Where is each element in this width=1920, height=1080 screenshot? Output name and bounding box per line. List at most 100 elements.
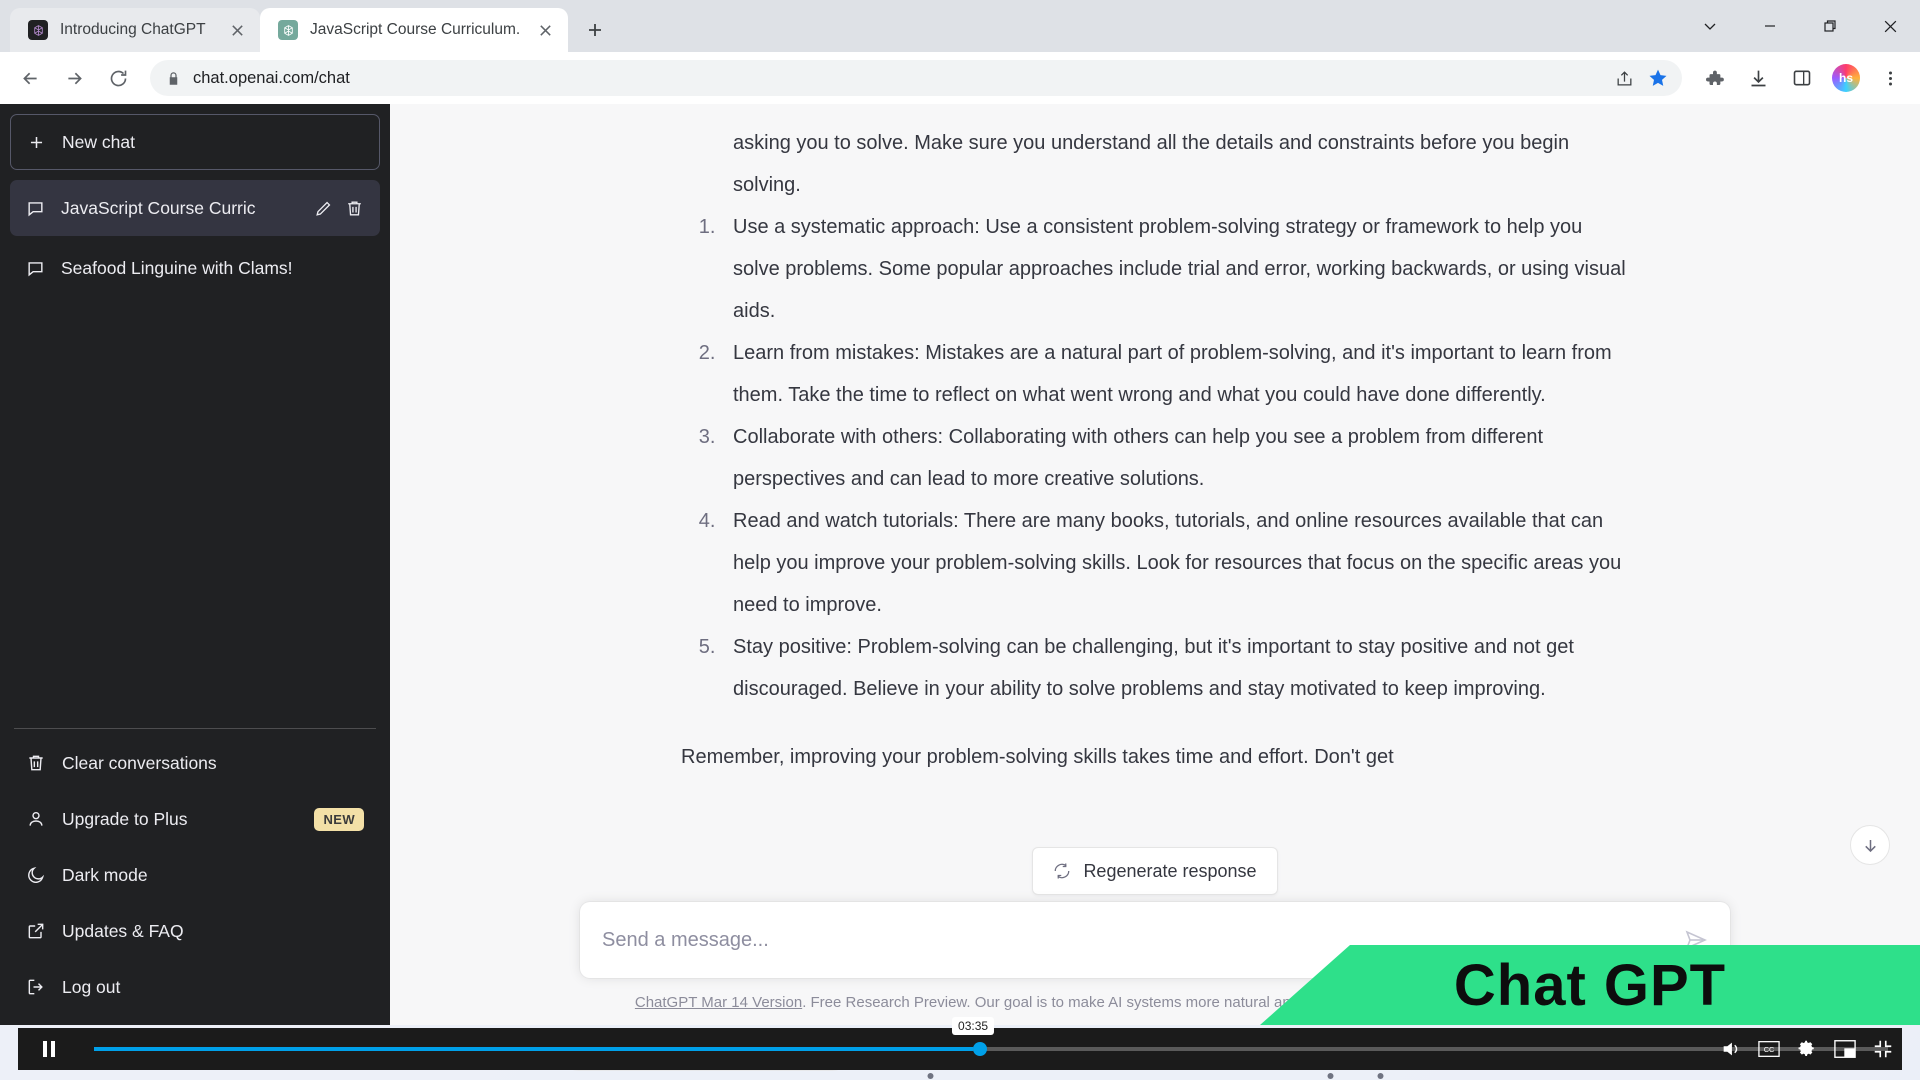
share-icon[interactable] bbox=[1608, 62, 1640, 94]
svg-text:W: W bbox=[1325, 1049, 1336, 1061]
close-icon[interactable] bbox=[532, 17, 558, 43]
conversation-item-javascript-course[interactable]: JavaScript Course Curric bbox=[10, 180, 380, 236]
close-icon[interactable] bbox=[224, 17, 250, 43]
chrome-icon[interactable] bbox=[1011, 1033, 1051, 1073]
tab-search-icon[interactable] bbox=[1680, 0, 1740, 52]
profile-avatar[interactable]: hs bbox=[1826, 58, 1866, 98]
back-arrow-icon[interactable] bbox=[10, 58, 50, 98]
tips-list: Use a systematic approach: Use a consist… bbox=[681, 206, 1629, 710]
taskbar-center: Search W bbox=[519, 1033, 1401, 1079]
sidebar-item-log-out[interactable]: Log out bbox=[10, 959, 380, 1015]
copilot-icon[interactable] bbox=[861, 1033, 901, 1073]
status-badge: NEW bbox=[314, 807, 364, 831]
moon-icon bbox=[26, 865, 46, 885]
word-icon[interactable]: W bbox=[1311, 1033, 1351, 1079]
weather-text: 30°C Sunny bbox=[98, 1036, 138, 1070]
maximize-restore-button[interactable] bbox=[1800, 0, 1860, 52]
chat-main: asking you to solve. Make sure you under… bbox=[390, 104, 1920, 1025]
closing-paragraph: Remember, improving your problem-solving… bbox=[681, 746, 1394, 768]
widgets-icon[interactable] bbox=[1111, 1033, 1151, 1073]
regenerate-response-button[interactable]: Regenerate response bbox=[1032, 847, 1278, 895]
clipped-previous-line bbox=[681, 104, 1629, 122]
forward-arrow-icon[interactable] bbox=[54, 58, 94, 98]
browser-tab-2[interactable]: JavaScript Course Curriculum. bbox=[260, 8, 569, 52]
fullscreen-exit-icon[interactable] bbox=[1872, 1038, 1894, 1060]
bookmark-star-icon[interactable] bbox=[1642, 62, 1674, 94]
sidebar-item-dark-mode[interactable]: Dark mode bbox=[10, 847, 380, 903]
plus-icon bbox=[27, 133, 46, 152]
close-window-button[interactable] bbox=[1860, 0, 1920, 52]
list-item: Use a systematic approach: Use a consist… bbox=[721, 206, 1629, 332]
new-chat-button[interactable]: New chat bbox=[10, 114, 380, 170]
calculator-icon[interactable] bbox=[1261, 1033, 1301, 1073]
profile-initials: hs bbox=[1832, 64, 1860, 92]
taskbar-search-placeholder: Search bbox=[600, 1044, 649, 1061]
volume-icon[interactable] bbox=[1720, 1038, 1742, 1060]
settings-gear-icon[interactable] bbox=[1796, 1038, 1818, 1060]
new-chat-label: New chat bbox=[62, 131, 135, 152]
sidebar-item-upgrade-to-plus[interactable]: Upgrade to Plus NEW bbox=[10, 791, 380, 847]
openai-green-icon bbox=[278, 20, 298, 40]
player-right-controls: CC bbox=[1720, 1028, 1894, 1070]
powerpoint-icon[interactable] bbox=[1361, 1033, 1401, 1079]
sidebar-item-label: Upgrade to Plus bbox=[62, 808, 188, 829]
browser-toolbar: chat.openai.com/chat hs bbox=[0, 52, 1920, 104]
trash-icon bbox=[26, 753, 46, 773]
assistant-message: asking you to solve. Make sure you under… bbox=[665, 104, 1645, 778]
refresh-icon bbox=[1053, 862, 1071, 880]
extensions-puzzle-icon[interactable] bbox=[1694, 58, 1734, 98]
sun-icon bbox=[60, 1038, 88, 1067]
taskbar-search[interactable]: Search bbox=[560, 1034, 851, 1071]
scroll-to-bottom-button[interactable] bbox=[1850, 825, 1890, 865]
sidebar-item-updates-faq[interactable]: Updates & FAQ bbox=[10, 903, 380, 959]
svg-text:CC: CC bbox=[1764, 1045, 1775, 1054]
weather-widget[interactable]: 30°C Sunny bbox=[60, 1036, 230, 1070]
chrome-menu-icon[interactable] bbox=[1870, 58, 1910, 98]
conversation-actions bbox=[314, 199, 364, 218]
browser-tab-1-title: Introducing ChatGPT bbox=[60, 21, 206, 38]
file-explorer-icon[interactable] bbox=[911, 1033, 951, 1079]
list-item: Collaborate with others: Collaborating w… bbox=[721, 416, 1629, 500]
chatgpt-app: New chat JavaScript Course Curric Seafoo… bbox=[0, 104, 1920, 1025]
trash-icon[interactable] bbox=[345, 199, 364, 218]
sidebar-item-label: Log out bbox=[62, 976, 121, 997]
side-panel-icon[interactable] bbox=[1782, 58, 1822, 98]
edge-icon[interactable] bbox=[961, 1033, 1001, 1073]
browser-tab-2-title: JavaScript Course Curriculum. bbox=[310, 21, 521, 38]
external-link-icon bbox=[26, 921, 46, 941]
address-bar[interactable]: chat.openai.com/chat bbox=[150, 60, 1682, 96]
weather-condition: Sunny bbox=[98, 1052, 138, 1069]
window-controls bbox=[1680, 0, 1920, 52]
sidebar-item-label: Clear conversations bbox=[62, 752, 217, 773]
folder-icon[interactable] bbox=[1161, 1033, 1201, 1073]
conversation-item-seafood-linguine[interactable]: Seafood Linguine with Clams! bbox=[10, 240, 380, 296]
conversation-title: JavaScript Course Curric bbox=[61, 197, 256, 218]
photos-icon[interactable] bbox=[1211, 1033, 1251, 1073]
new-tab-button[interactable] bbox=[578, 13, 612, 47]
minimize-button[interactable] bbox=[1740, 0, 1800, 52]
browser-tab-1[interactable]: Introducing ChatGPT bbox=[10, 8, 260, 52]
sidebar-item-clear-conversations[interactable]: Clear conversations bbox=[10, 735, 380, 791]
sidebar-item-label: Dark mode bbox=[62, 864, 148, 885]
sidebar: New chat JavaScript Course Curric Seafoo… bbox=[0, 104, 390, 1025]
video-overlay-title: Chat GPT bbox=[1260, 945, 1920, 1025]
downloads-icon[interactable] bbox=[1738, 58, 1778, 98]
logout-icon bbox=[26, 977, 46, 997]
picture-in-picture-icon[interactable] bbox=[1834, 1039, 1856, 1059]
version-link[interactable]: ChatGPT Mar 14 Version bbox=[635, 994, 802, 1011]
desktop: Introducing ChatGPT JavaScript Course Cu… bbox=[0, 0, 1920, 1080]
firefox-icon[interactable] bbox=[1061, 1033, 1101, 1073]
closed-caption-icon[interactable]: CC bbox=[1758, 1040, 1780, 1058]
conversation-list: JavaScript Course Curric Seafood Linguin… bbox=[10, 180, 380, 296]
search-icon bbox=[576, 1045, 591, 1060]
windows-logo-icon[interactable] bbox=[519, 1040, 545, 1065]
edit-pencil-icon[interactable] bbox=[314, 199, 333, 218]
list-item: Read and watch tutorials: There are many… bbox=[721, 500, 1629, 626]
reload-icon[interactable] bbox=[98, 58, 138, 98]
omnibox-actions bbox=[1608, 62, 1674, 94]
sidebar-divider bbox=[14, 728, 376, 729]
windows-taskbar: 30°C Sunny Search W bbox=[0, 1025, 1920, 1080]
chat-bubble-icon bbox=[26, 199, 45, 218]
conversation-title: Seafood Linguine with Clams! bbox=[61, 257, 293, 278]
